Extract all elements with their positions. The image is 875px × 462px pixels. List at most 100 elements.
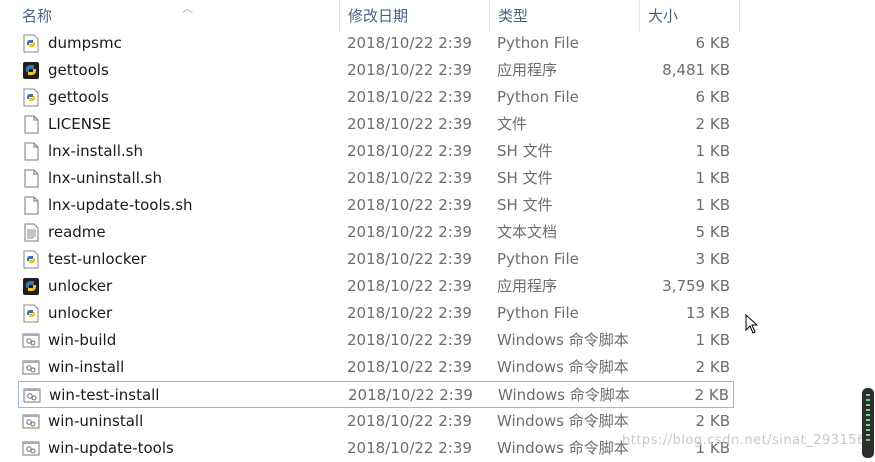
file-type: SH 文件 (497, 196, 553, 214)
blank-file-icon (22, 169, 40, 188)
column-header-name[interactable]: 名称 ︿ (14, 0, 340, 32)
file-date-modified: 2018/10/22 2:39 (347, 358, 472, 376)
file-row[interactable]: win-test-install 2018/10/22 2:39 Windows 命… (18, 381, 734, 408)
file-name: gettools (48, 88, 109, 106)
file-type: Windows 命令脚本 (497, 412, 629, 430)
file-date-modified: 2018/10/22 2:39 (347, 250, 472, 268)
file-name: lnx-install.sh (48, 142, 143, 160)
file-type: Windows 命令脚本 (497, 358, 629, 376)
file-row[interactable]: lnx-uninstall.sh 2018/10/22 2:39 SH 文件 1 KB (18, 165, 734, 192)
file-type: SH 文件 (497, 169, 553, 187)
file-size: 3 KB (695, 250, 730, 268)
file-date-modified: 2018/10/22 2:39 (347, 169, 472, 187)
file-row[interactable]: LICENSE 2018/10/22 2:39 文件 2 KB (18, 111, 734, 138)
file-date-modified: 2018/10/22 2:39 (347, 439, 472, 457)
file-name: readme (48, 223, 106, 241)
file-type: Python File (497, 88, 579, 106)
file-size: 2 KB (694, 386, 729, 404)
column-header-size[interactable]: 大小 (640, 0, 740, 32)
file-size: 2 KB (695, 412, 730, 430)
file-size: 1 KB (695, 169, 730, 187)
file-row[interactable]: win-install 2018/10/22 2:39 Windows 命令脚本 2 … (18, 354, 734, 381)
file-date-modified: 2018/10/22 2:39 (348, 386, 473, 404)
file-size: 1 KB (695, 142, 730, 160)
file-type: Python File (497, 34, 579, 52)
file-date-modified: 2018/10/22 2:39 (347, 34, 472, 52)
file-name: win-test-install (49, 386, 160, 404)
file-date-modified: 2018/10/22 2:39 (347, 196, 472, 214)
file-name: win-update-tools (48, 439, 174, 457)
file-row[interactable]: gettools 2018/10/22 2:39 应用程序 8,481 KB (18, 57, 734, 84)
file-name: gettools (48, 61, 109, 79)
file-row[interactable]: lnx-install.sh 2018/10/22 2:39 SH 文件 1 KB (18, 138, 734, 165)
column-header: 名称 ︿ 修改日期 类型 大小 (0, 0, 740, 32)
python-app-icon (22, 277, 40, 296)
batch-script-icon (23, 386, 41, 405)
file-size: 2 KB (695, 115, 730, 133)
file-name: win-build (48, 331, 117, 349)
file-size: 1 KB (695, 196, 730, 214)
file-type: SH 文件 (497, 142, 553, 160)
python-file-icon (22, 88, 40, 107)
batch-script-icon (22, 331, 40, 350)
file-type: Windows 命令脚本 (497, 439, 629, 457)
file-name: LICENSE (48, 115, 111, 133)
file-size: 13 KB (686, 304, 730, 322)
file-date-modified: 2018/10/22 2:39 (347, 223, 472, 241)
file-date-modified: 2018/10/22 2:39 (347, 304, 472, 322)
file-row[interactable]: unlocker 2018/10/22 2:39 应用程序 3,759 KB (18, 273, 734, 300)
file-size: 8,481 KB (662, 61, 730, 79)
file-date-modified: 2018/10/22 2:39 (347, 331, 472, 349)
file-name: test-unlocker (48, 250, 147, 268)
file-row[interactable]: test-unlocker 2018/10/22 2:39 Python File 3… (18, 246, 734, 273)
file-type: Windows 命令脚本 (497, 331, 629, 349)
file-type: 应用程序 (497, 61, 558, 79)
column-header-type[interactable]: 类型 (490, 0, 640, 32)
file-date-modified: 2018/10/22 2:39 (347, 61, 472, 79)
file-row[interactable]: unlocker 2018/10/22 2:39 Python File 13 KB (18, 300, 734, 327)
text-file-icon (22, 223, 40, 242)
watermark: https://blog.csdn.net/sinat_29315697 (622, 433, 875, 448)
file-size: 1 KB (695, 331, 730, 349)
file-size: 3,759 KB (662, 277, 730, 295)
file-name: dumpsmc (48, 34, 122, 52)
python-file-icon (22, 34, 40, 53)
blank-file-icon (22, 115, 40, 134)
column-header-date[interactable]: 修改日期 (340, 0, 490, 32)
scrollbar-widget[interactable] (862, 388, 874, 458)
file-date-modified: 2018/10/22 2:39 (347, 142, 472, 160)
file-size: 6 KB (695, 34, 730, 52)
file-name: unlocker (48, 277, 113, 295)
batch-script-icon (22, 412, 40, 431)
file-date-modified: 2018/10/22 2:39 (347, 115, 472, 133)
file-date-modified: 2018/10/22 2:39 (347, 88, 472, 106)
file-row[interactable]: win-uninstall 2018/10/22 2:39 Windows 命令脚本… (18, 408, 734, 435)
file-size: 5 KB (695, 223, 730, 241)
file-name: unlocker (48, 304, 113, 322)
file-size: 6 KB (695, 88, 730, 106)
batch-script-icon (22, 439, 40, 458)
file-type: 应用程序 (497, 277, 558, 295)
file-size: 2 KB (695, 358, 730, 376)
file-type: 文件 (497, 115, 528, 133)
file-row[interactable]: lnx-update-tools.sh 2018/10/22 2:39 SH 文件 1… (18, 192, 734, 219)
sort-ascending-icon: ︿ (182, 2, 193, 15)
batch-script-icon (22, 358, 40, 377)
file-row[interactable]: gettools 2018/10/22 2:39 Python File 6 KB (18, 84, 734, 111)
blank-file-icon (22, 142, 40, 161)
file-name: lnx-update-tools.sh (48, 196, 193, 214)
file-row[interactable]: dumpsmc 2018/10/22 2:39 Python File 6 KB (18, 30, 734, 57)
file-type: Python File (497, 304, 579, 322)
file-name: lnx-uninstall.sh (48, 169, 162, 187)
python-file-icon (22, 304, 40, 323)
file-date-modified: 2018/10/22 2:39 (347, 277, 472, 295)
file-row[interactable]: readme 2018/10/22 2:39 文本文档 5 KB (18, 219, 734, 246)
file-type: Python File (497, 250, 579, 268)
file-type: 文本文档 (497, 223, 558, 241)
mouse-cursor-icon (745, 313, 759, 338)
file-name: win-uninstall (48, 412, 144, 430)
file-name: win-install (48, 358, 125, 376)
python-app-icon (22, 61, 40, 80)
file-row[interactable]: win-build 2018/10/22 2:39 Windows 命令脚本 1 KB (18, 327, 734, 354)
file-date-modified: 2018/10/22 2:39 (347, 412, 472, 430)
